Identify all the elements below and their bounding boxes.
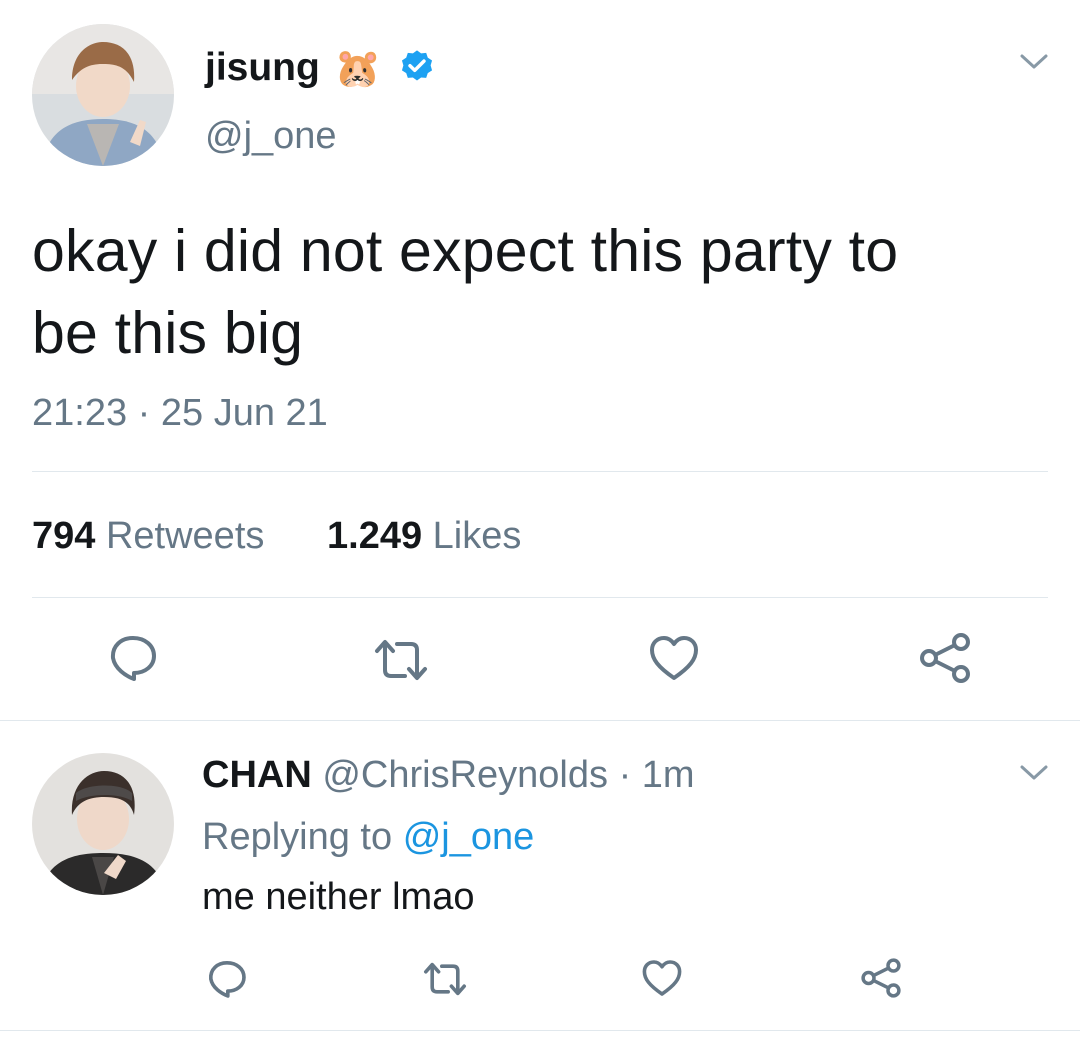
reply-icon[interactable] (206, 958, 248, 1000)
reply-text: me neither lmao (202, 876, 475, 918)
chevron-down-icon[interactable] (1018, 763, 1050, 783)
retweets-stat[interactable]: 794 Retweets (32, 513, 264, 559)
reply-header: CHAN @ChrisReynolds · 1m (202, 752, 695, 798)
divider (32, 471, 1048, 472)
replying-to-handle[interactable]: @j_one (403, 816, 535, 858)
chevron-down-icon[interactable] (1018, 52, 1050, 72)
likes-label: Likes (432, 515, 522, 557)
tweet-text-line: okay i did not expect this party to (32, 218, 899, 284)
display-name[interactable]: jisung (205, 44, 320, 92)
likes-stat[interactable]: 1.249 Likes (327, 513, 521, 559)
tweet-text-line: be this big (32, 300, 304, 366)
replying-to-label: Replying to (202, 816, 393, 858)
divider (0, 720, 1080, 721)
retweet-icon[interactable] (421, 959, 469, 999)
likes-count: 1.249 (327, 515, 423, 557)
retweets-count: 794 (32, 515, 96, 557)
tweet-text: okay i did not expect this party to be t… (32, 210, 898, 374)
share-icon[interactable] (860, 956, 902, 1000)
reply-time: · 1m (618, 754, 695, 796)
handle[interactable]: @j_one (205, 113, 337, 159)
like-icon[interactable] (641, 958, 683, 998)
hamster-emoji: 🐹 (334, 46, 382, 90)
reply-icon[interactable] (107, 632, 159, 684)
display-name[interactable]: CHAN (202, 754, 312, 796)
timestamp[interactable]: 21:23 · 25 Jun 21 (32, 390, 328, 436)
share-icon[interactable] (918, 630, 972, 686)
divider (32, 597, 1048, 598)
verified-badge-icon (398, 48, 436, 86)
handle[interactable]: @ChrisReynolds (322, 754, 608, 796)
retweets-label: Retweets (105, 515, 265, 557)
like-icon[interactable] (648, 633, 700, 683)
avatar[interactable] (32, 753, 174, 895)
avatar[interactable] (32, 24, 174, 166)
replying-to: Replying to @j_one (202, 814, 534, 860)
retweet-icon[interactable] (371, 635, 431, 685)
divider (0, 1030, 1080, 1031)
